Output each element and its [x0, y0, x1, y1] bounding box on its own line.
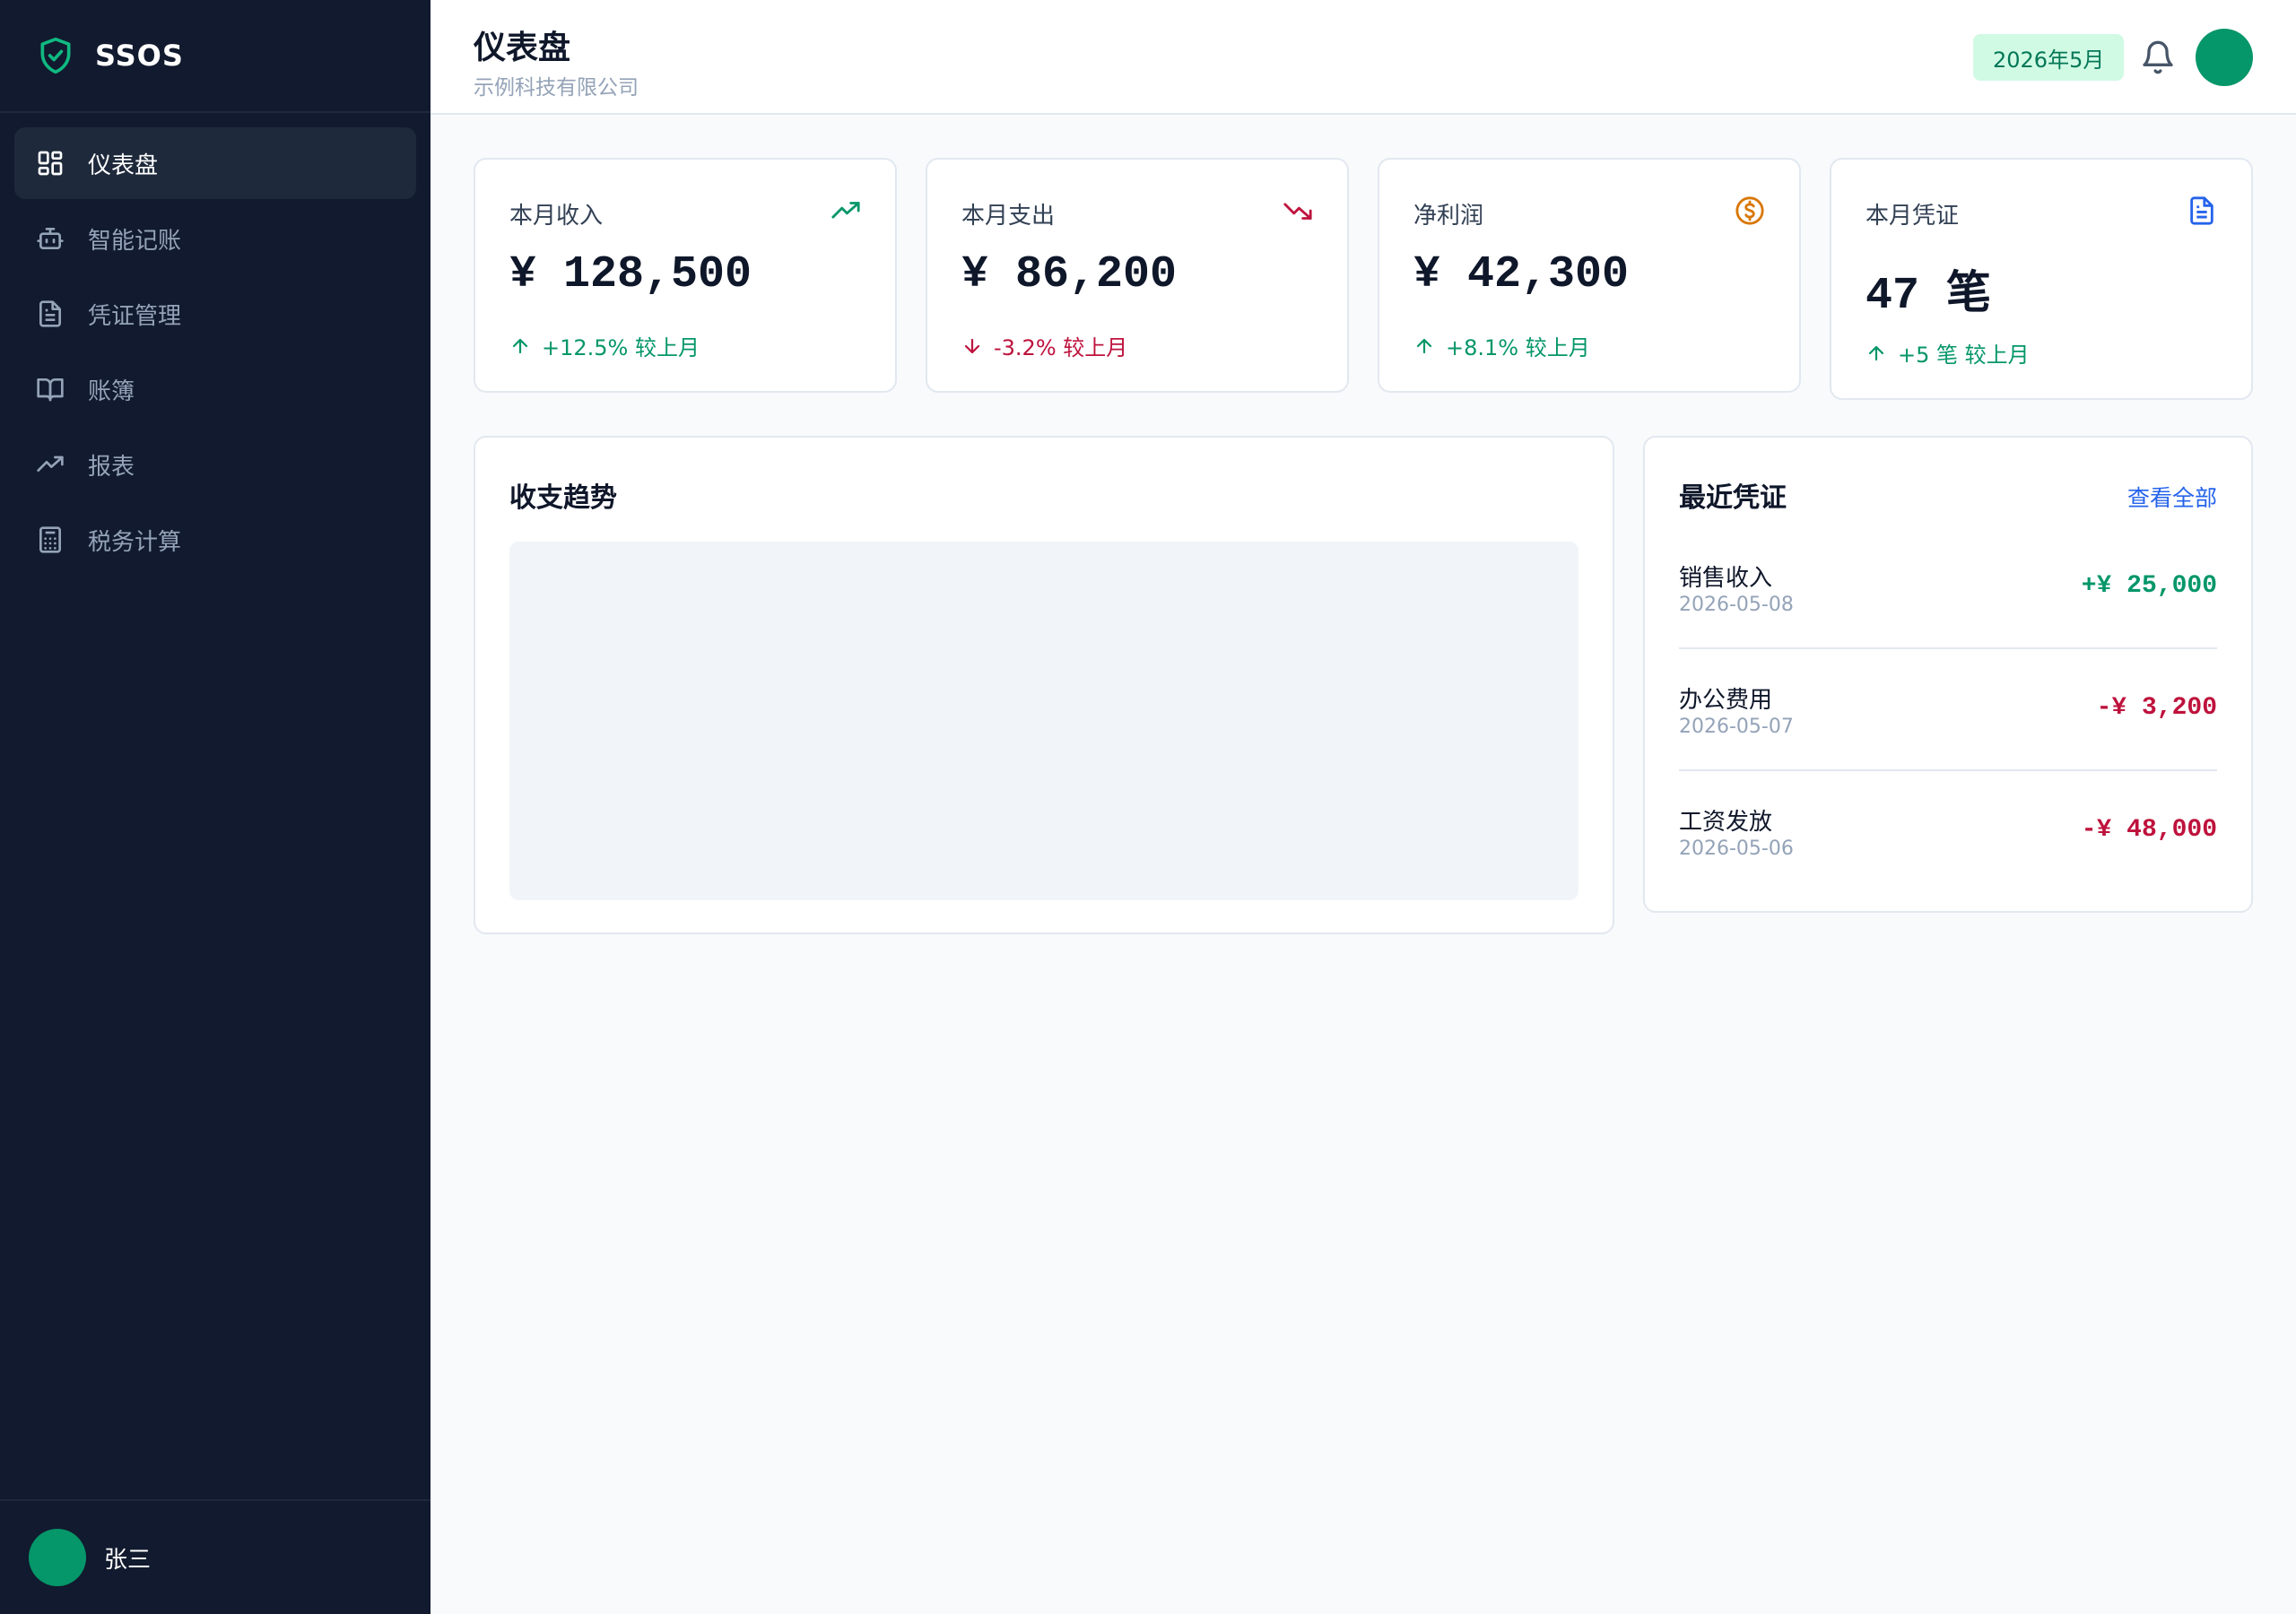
- trending-down-icon: [1283, 203, 1312, 220]
- stat-change: +12.5% 较上月: [509, 330, 700, 361]
- bell-icon[interactable]: [2140, 39, 2176, 75]
- stat-label: 本月凭证: [1866, 203, 1960, 230]
- stat-change: +5 笔 较上月: [1866, 337, 2030, 369]
- sidebar-item-label: 税务计算: [88, 528, 182, 556]
- stat-change-text: -3.2% 较上月: [994, 335, 1128, 360]
- stat-value: ¥ 128,500: [509, 249, 752, 300]
- stat-card-vouchers: 本月凭证 47 笔 +5 笔 较上月: [1830, 158, 2253, 400]
- shield-check-icon: [40, 37, 71, 74]
- sidebar-item-label: 仪表盘: [88, 152, 159, 179]
- sidebar-item-reports[interactable]: 报表: [14, 429, 416, 500]
- recent-vouchers-title: 最近凭证: [1679, 482, 1787, 514]
- stat-card-net-profit: 净利润 ¥ 42,300 +8.1% 较上月: [1378, 158, 1801, 393]
- user-name: 张三: [104, 1546, 152, 1574]
- calculator-icon: [36, 525, 65, 554]
- brand-name: SSOS: [95, 39, 184, 73]
- voucher-row[interactable]: 办公费用 2026-05-07 -¥ 3,200: [1679, 681, 2217, 771]
- sidebar-item-label: 账簿: [88, 377, 135, 405]
- stat-change: +8.1% 较上月: [1413, 330, 1590, 361]
- trend-icon: [36, 450, 65, 479]
- trending-up-icon: [831, 202, 860, 219]
- avatar[interactable]: [29, 1529, 86, 1586]
- brand[interactable]: SSOS: [0, 0, 430, 113]
- voucher-amount: -¥ 48,000: [2081, 816, 2217, 844]
- sidebar-item-label: 智能记账: [88, 227, 182, 255]
- bot-icon: [36, 224, 65, 253]
- voucher-name: 销售收入: [1679, 565, 1773, 592]
- voucher-date: 2026-05-06: [1679, 837, 1794, 860]
- stat-value: 47 笔: [1866, 271, 1992, 322]
- company-name: 示例科技有限公司: [474, 76, 639, 100]
- user-profile[interactable]: 张三: [0, 1499, 430, 1614]
- sidebar-item-tax[interactable]: 税务计算: [14, 504, 416, 576]
- voucher-amount: +¥ 25,000: [2081, 572, 2217, 600]
- trend-chart-card: 收支趋势: [474, 436, 1614, 934]
- arrow-up-icon: [1868, 345, 1884, 360]
- stat-change-text: +12.5% 较上月: [542, 335, 700, 360]
- sidebar-item-label: 凭证管理: [88, 302, 182, 330]
- voucher-name: 办公费用: [1679, 687, 1773, 714]
- chart-title: 收支趋势: [509, 482, 617, 514]
- view-all-link[interactable]: 查看全部: [2127, 481, 2217, 513]
- voucher-date: 2026-05-08: [1679, 594, 1794, 616]
- book-icon: [36, 375, 65, 404]
- arrow-down-icon: [964, 338, 980, 353]
- voucher-date: 2026-05-07: [1679, 716, 1794, 738]
- page-title: 仪表盘: [474, 30, 571, 66]
- dollar-circle-icon: [1735, 196, 1764, 225]
- top-header: 仪表盘 示例科技有限公司 2026年5月: [430, 0, 2296, 115]
- stat-card-expense: 本月支出 ¥ 86,200 -3.2% 较上月: [926, 158, 1349, 393]
- voucher-row[interactable]: 工资发放 2026-05-06 -¥ 48,000: [1679, 803, 2217, 893]
- dashboard-icon: [36, 149, 65, 178]
- stat-label: 净利润: [1413, 203, 1484, 230]
- arrow-up-icon: [1416, 338, 1432, 353]
- sidebar-item-ledger[interactable]: 账簿: [14, 353, 416, 425]
- sidebar-item-vouchers[interactable]: 凭证管理: [14, 278, 416, 350]
- stat-change-text: +8.1% 较上月: [1446, 335, 1590, 360]
- stat-card-income: 本月收入 ¥ 128,500 +12.5% 较上月: [474, 158, 897, 393]
- stat-change-text: +5 笔 较上月: [1898, 343, 2030, 368]
- voucher-row[interactable]: 销售收入 2026-05-08 +¥ 25,000: [1679, 560, 2217, 649]
- sidebar-nav: 仪表盘 智能记账 凭证管理 账簿 报表 税务计算: [0, 113, 430, 576]
- voucher-amount: -¥ 3,200: [2096, 694, 2217, 722]
- file-text-icon: [2190, 196, 2213, 225]
- period-badge[interactable]: 2026年5月: [1973, 34, 2125, 81]
- sidebar-item-dashboard[interactable]: 仪表盘: [14, 127, 416, 199]
- stat-label: 本月收入: [509, 203, 604, 230]
- header-avatar[interactable]: [2196, 29, 2253, 86]
- stat-value: ¥ 42,300: [1413, 249, 1630, 300]
- stat-value: ¥ 86,200: [961, 249, 1178, 300]
- recent-vouchers-card: 最近凭证 查看全部 销售收入 2026-05-08 +¥ 25,000 办公费用…: [1643, 436, 2253, 913]
- document-icon: [36, 299, 65, 328]
- sidebar-item-smart-bookkeeping[interactable]: 智能记账: [14, 203, 416, 274]
- sidebar-item-label: 报表: [88, 453, 135, 481]
- arrow-up-icon: [512, 338, 528, 353]
- stat-change: -3.2% 较上月: [961, 330, 1127, 361]
- chart-placeholder: [509, 542, 1578, 900]
- voucher-name: 工资发放: [1679, 809, 1773, 836]
- sidebar: SSOS 仪表盘 智能记账 凭证管理 账簿 报表 税务计算 张三: [0, 0, 430, 1614]
- stat-label: 本月支出: [961, 203, 1056, 230]
